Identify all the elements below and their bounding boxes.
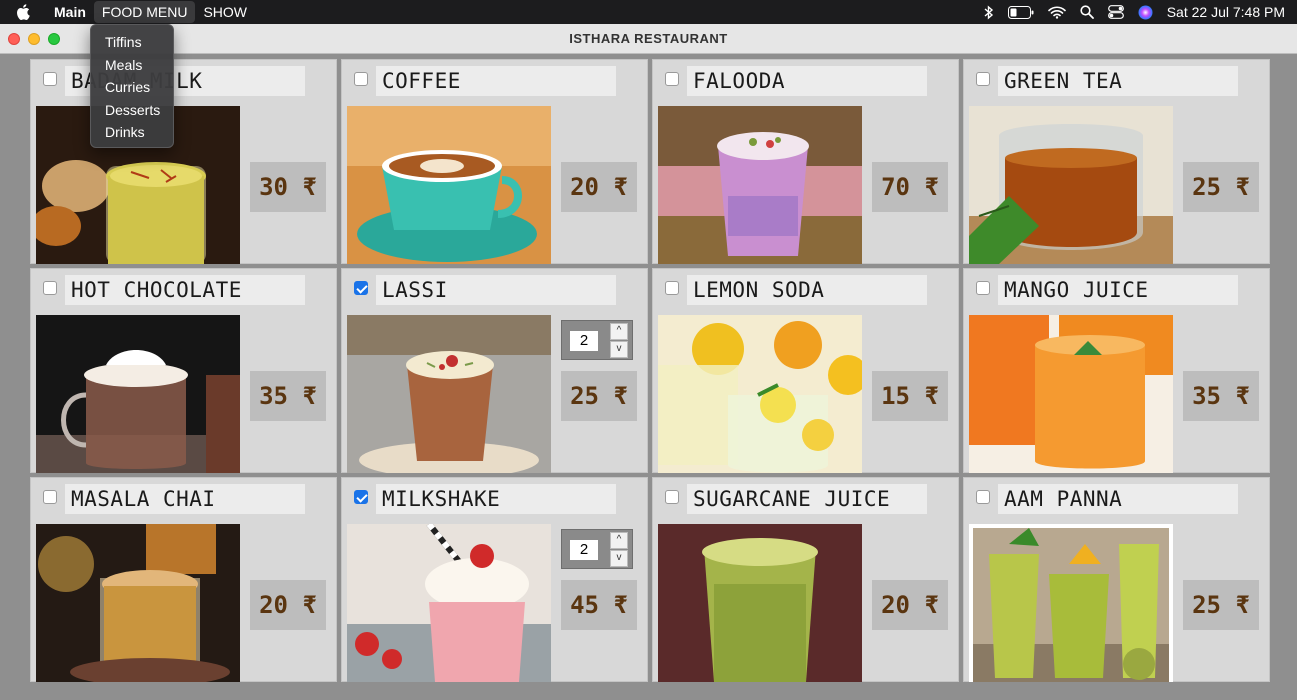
item-price: 15 ₹ (872, 371, 948, 421)
app-menu-main[interactable]: Main (46, 1, 94, 23)
menu-item-card: FALOODA 70 ₹ (652, 59, 959, 264)
item-price: 45 ₹ (561, 580, 637, 630)
menu-option-desserts[interactable]: Desserts (91, 99, 173, 122)
menu-bar: Main FOOD MENU SHOW Sat 22 Jul 7:48 PM (0, 0, 1297, 24)
green-tea-photo (969, 106, 1173, 264)
menu-item-card: MASALA CHAI 20 ₹ (30, 477, 337, 682)
app-window: ISTHARA RESTAURANT BADAM MILK 30 ₹ COFFE… (0, 24, 1297, 700)
food-menu-dropdown: Tiffins Meals Curries Desserts Drinks (90, 24, 174, 148)
item-price: 30 ₹ (250, 162, 326, 212)
menu-option-meals[interactable]: Meals (91, 54, 173, 77)
item-name: LASSI (376, 275, 616, 305)
item-select-checkbox[interactable] (43, 281, 57, 295)
menu-item-card: LEMON SODA 15 ₹ (652, 268, 959, 473)
menu-item-card: SUGARCANE JUICE 20 ₹ (652, 477, 959, 682)
item-select-checkbox[interactable] (976, 72, 990, 86)
siri-icon[interactable] (1138, 5, 1153, 20)
item-price: 70 ₹ (872, 162, 948, 212)
item-price: 20 ₹ (872, 580, 948, 630)
item-select-checkbox[interactable] (43, 72, 57, 86)
quantity-stepper[interactable]: 2 ^ v (561, 529, 633, 569)
item-price: 25 ₹ (1183, 580, 1259, 630)
item-select-checkbox[interactable] (354, 72, 368, 86)
spotlight-search-icon[interactable] (1080, 5, 1094, 19)
menu-item-card: AAM PANNA 25 ₹ (963, 477, 1270, 682)
item-name: LEMON SODA (687, 275, 927, 305)
quantity-field[interactable]: 2 (570, 540, 598, 560)
increment-button[interactable]: ^ (610, 532, 628, 549)
item-name: FALOODA (687, 66, 927, 96)
item-name: GREEN TEA (998, 66, 1238, 96)
quantity-stepper[interactable]: 2 ^ v (561, 320, 633, 360)
item-select-checkbox[interactable] (976, 281, 990, 295)
title-bar: ISTHARA RESTAURANT (0, 24, 1297, 54)
masala-chai-photo (36, 524, 240, 682)
menu-option-tiffins[interactable]: Tiffins (91, 31, 173, 54)
menu-option-curries[interactable]: Curries (91, 76, 173, 99)
menu-option-drinks[interactable]: Drinks (91, 121, 173, 144)
item-name: MANGO JUICE (998, 275, 1238, 305)
item-price: 25 ₹ (1183, 162, 1259, 212)
item-select-checkbox[interactable] (665, 490, 679, 504)
falooda-photo (658, 106, 862, 264)
item-select-checkbox[interactable] (43, 490, 57, 504)
item-select-checkbox[interactable] (665, 281, 679, 295)
item-select-checkbox[interactable] (354, 490, 368, 504)
wifi-icon[interactable] (1047, 6, 1066, 19)
bluetooth-icon[interactable] (984, 4, 994, 20)
menu-item-card: HOT CHOCOLATE 35 ₹ (30, 268, 337, 473)
item-price: 35 ₹ (250, 371, 326, 421)
item-price: 20 ₹ (561, 162, 637, 212)
zoom-window-button[interactable] (48, 32, 60, 45)
item-price: 25 ₹ (561, 371, 637, 421)
item-name: SUGARCANE JUICE (687, 484, 927, 514)
menu-item-card: COFFEE 20 ₹ (341, 59, 648, 264)
milkshake-photo (347, 524, 551, 682)
decrement-button[interactable]: v (610, 341, 628, 358)
quantity-field[interactable]: 2 (570, 331, 598, 351)
sugarcane-juice-photo (658, 524, 862, 682)
decrement-button[interactable]: v (610, 550, 628, 567)
menubar-clock[interactable]: Sat 22 Jul 7:48 PM (1167, 4, 1285, 20)
minimize-window-button[interactable] (28, 32, 40, 45)
mango-juice-photo (969, 315, 1173, 473)
item-price: 20 ₹ (250, 580, 326, 630)
coffee-photo (347, 106, 551, 264)
item-select-checkbox[interactable] (665, 72, 679, 86)
item-name: MILKSHAKE (376, 484, 616, 514)
battery-icon[interactable] (1007, 5, 1034, 19)
menu-item-card: MILKSHAKE 2 ^ v 45 ₹ (341, 477, 648, 682)
close-window-button[interactable] (8, 32, 20, 45)
item-name: HOT CHOCOLATE (65, 275, 305, 305)
aam-panna-photo (969, 524, 1173, 682)
lassi-photo (347, 315, 551, 473)
menu-item-card: MANGO JUICE 35 ₹ (963, 268, 1270, 473)
menu-show[interactable]: SHOW (195, 1, 255, 23)
increment-button[interactable]: ^ (610, 323, 628, 340)
lemon-soda-photo (658, 315, 862, 473)
hot-chocolate-photo (36, 315, 240, 473)
item-name: MASALA CHAI (65, 484, 305, 514)
menu-item-card: LASSI 2 ^ v 25 ₹ (341, 268, 648, 473)
item-select-checkbox[interactable] (976, 490, 990, 504)
menu-items-grid: BADAM MILK 30 ₹ COFFEE 20 ₹ FALOODA 70 ₹ (30, 59, 1270, 682)
menu-item-card: GREEN TEA 25 ₹ (963, 59, 1270, 264)
control-center-icon[interactable] (1107, 5, 1124, 19)
menu-item-card: BADAM MILK 30 ₹ (30, 59, 337, 264)
menu-food-menu[interactable]: FOOD MENU (93, 1, 196, 23)
item-price: 35 ₹ (1183, 371, 1259, 421)
item-name: COFFEE (376, 66, 616, 96)
item-name: AAM PANNA (998, 484, 1238, 514)
apple-menu-icon[interactable] (0, 4, 46, 20)
item-select-checkbox[interactable] (354, 281, 368, 295)
window-title: ISTHARA RESTAURANT (569, 31, 728, 46)
